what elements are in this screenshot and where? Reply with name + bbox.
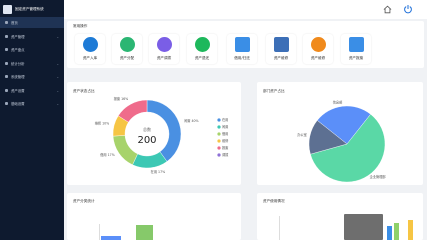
trash-icon xyxy=(349,37,364,52)
chart-tooltip xyxy=(344,214,383,240)
legend-swatch xyxy=(217,132,221,136)
slice-label: 借用 17% xyxy=(100,152,114,157)
slice-label: 维修 10% xyxy=(95,120,109,125)
chart-center-label: 总数 xyxy=(143,126,151,132)
asset-status-card: 资产状态占比 闲置 40% 在用 17% 借用 17% 维修 10% 报废 16% 总数… xyxy=(67,82,241,185)
usage-card: 资产使用情况 xyxy=(257,193,423,240)
common-operations-title: 常用操作 xyxy=(73,24,88,28)
sidebar-item-home[interactable]: 首页 xyxy=(0,17,64,28)
app-logo: 固定资产管理系统 xyxy=(3,3,63,15)
pie-slice[interactable] xyxy=(112,135,138,166)
tile-asset-assign[interactable]: 资产分配 xyxy=(112,34,142,64)
tile-asset-repair[interactable]: 资产维修 xyxy=(266,34,296,64)
chevron-down-icon: ⌄ xyxy=(56,61,59,66)
sidebar-menu: 首页 资产管理 ⌄ 资产盘点 统计分析 ⌄ 系统管理 ⌄ 资产设置 ⌄ 基础设置 ⌄ xyxy=(0,17,64,112)
system-icon xyxy=(5,75,8,78)
settings-icon xyxy=(5,88,8,92)
legend-swatch xyxy=(217,139,221,143)
top-bar xyxy=(64,0,427,19)
sidebar-item-asset-management[interactable]: 资产管理 ⌄ xyxy=(0,31,64,42)
legend-swatch xyxy=(217,118,221,122)
slice-label: 报废 16% xyxy=(114,96,128,101)
legend-label: 闲置 xyxy=(222,124,228,129)
usage-bar xyxy=(394,223,399,240)
sidebar-item-system[interactable]: 系统管理 ⌄ xyxy=(0,71,64,82)
transfer-icon xyxy=(157,37,172,52)
repair-icon xyxy=(274,37,289,52)
category-stats-card: 资产分类统计 xyxy=(67,193,241,240)
slice-label: 闲置 40% xyxy=(184,118,198,123)
return-icon xyxy=(195,37,210,52)
legend-swatch xyxy=(217,125,221,129)
tile-asset-transfer[interactable]: 资产调拨 xyxy=(149,34,179,64)
home-button[interactable] xyxy=(382,4,392,14)
home-icon xyxy=(5,21,8,24)
tile-asset-inbound[interactable]: 资产入库 xyxy=(75,34,105,64)
inventory-icon xyxy=(5,48,8,51)
assign-icon xyxy=(120,37,135,52)
category-bar xyxy=(101,236,121,240)
slice-label: 企业管理部 xyxy=(370,174,387,179)
pie-slice[interactable] xyxy=(146,99,182,162)
home-icon xyxy=(383,5,391,13)
tile-asset-scrap[interactable]: 资产报废 xyxy=(341,34,371,64)
asset-status-chart: 闲置 40% 在用 17% 借用 17% 维修 10% 报废 16% 总数 200 在用… xyxy=(95,96,229,174)
wrench-icon xyxy=(311,37,326,52)
slice-label: 信息部 xyxy=(333,99,343,104)
sidebar-item-statistics[interactable]: 统计分析 ⌄ xyxy=(0,58,64,69)
legend-label: 借用 xyxy=(222,131,228,136)
category-bar xyxy=(136,225,153,240)
legend-swatch xyxy=(217,146,221,150)
app-title: 固定资产管理系统 xyxy=(15,6,44,11)
import-icon xyxy=(83,37,98,52)
usage-bar xyxy=(408,220,413,240)
power-button[interactable] xyxy=(403,4,413,14)
axis-line xyxy=(99,224,100,240)
legend-label: 在用 xyxy=(222,117,228,122)
axis-line xyxy=(279,216,280,240)
borrow-icon xyxy=(235,37,250,52)
department-share-chart: 信息部企业管理部 办公室 xyxy=(297,99,387,183)
tile-borrow-return[interactable]: 借用/归还 xyxy=(227,34,257,64)
legend-label: 维修 xyxy=(222,138,229,143)
chart-icon xyxy=(5,61,8,65)
sidebar: 固定资产管理系统 首页 资产管理 ⌄ 资产盘点 统计分析 ⌄ 系统管理 ⌄ 资产设置 ⌄… xyxy=(0,0,64,240)
slice-label: 在用 17% xyxy=(151,169,165,174)
tile-asset-maintenance[interactable]: 资产维修 xyxy=(303,34,333,64)
sidebar-item-asset-settings[interactable]: 资产设置 ⌄ xyxy=(0,85,64,96)
chart-center-value: 200 xyxy=(137,135,156,146)
chevron-down-icon: ⌄ xyxy=(56,34,59,39)
chevron-down-icon: ⌄ xyxy=(56,75,59,79)
usage-title: 资产使用情况 xyxy=(263,199,285,203)
gear-icon xyxy=(5,102,8,105)
category-stats-title: 资产分类统计 xyxy=(73,199,95,203)
tile-asset-return[interactable]: 资产退还 xyxy=(187,34,217,64)
department-share-card: 部门资产占比 信息部 企业管理部 办公室 xyxy=(257,82,423,185)
chevron-down-icon: ⌄ xyxy=(56,102,59,106)
legend-swatch xyxy=(217,153,221,157)
legend-label: 调拨 xyxy=(222,152,229,157)
usage-bar xyxy=(387,226,392,240)
chevron-down-icon: ⌄ xyxy=(56,88,59,93)
legend-label: 报废 xyxy=(222,145,229,150)
power-icon xyxy=(404,5,412,14)
sidebar-item-base-settings[interactable]: 基础设置 ⌄ xyxy=(0,98,64,109)
logo-icon xyxy=(3,4,12,14)
asset-icon xyxy=(5,34,8,38)
sidebar-item-asset-inventory[interactable]: 资产盘点 xyxy=(0,44,64,55)
slice-label: 办公室 xyxy=(297,132,307,137)
